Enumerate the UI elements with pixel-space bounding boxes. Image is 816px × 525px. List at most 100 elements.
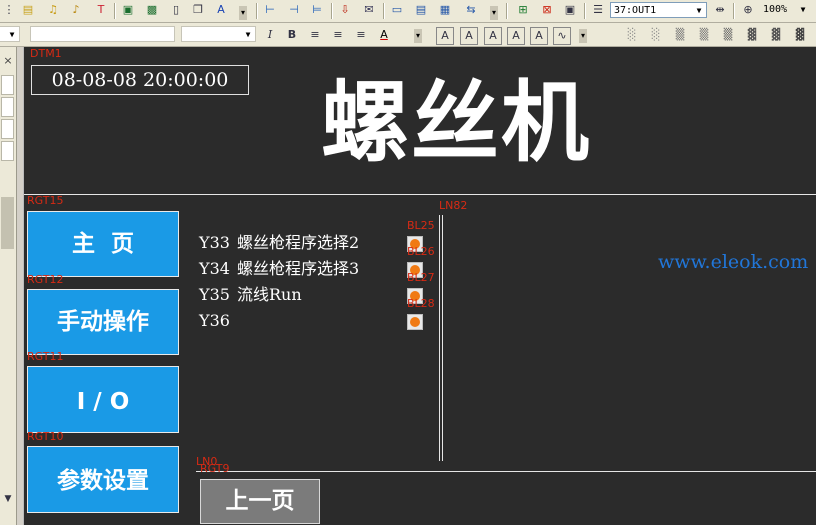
io-button-label: I / O <box>76 389 130 415</box>
pattern-8-icon[interactable]: ▓ <box>792 27 808 43</box>
wave-icon[interactable]: ∿ <box>553 27 571 45</box>
toolbar-overflow-icon[interactable]: ▾ <box>239 6 247 20</box>
pattern-7-icon[interactable]: ▓ <box>768 27 784 43</box>
font-size-combo[interactable]: ▼ <box>181 26 256 42</box>
adjust-icon[interactable]: ⇹ <box>712 2 728 18</box>
parameter-settings-button[interactable]: 参数设置 <box>27 446 179 513</box>
toolbar-overflow-icon-2[interactable]: ▾ <box>490 6 498 20</box>
lamp-tag: BL26 <box>407 245 435 258</box>
datetime-display[interactable]: 08-08-08 20:00:00 <box>31 65 249 95</box>
left-combo-stub[interactable]: ▼ <box>0 26 20 42</box>
lamp-tag: BL25 <box>407 219 435 232</box>
text-box-5-icon[interactable]: A <box>530 27 548 45</box>
side-panel-strip: × ▼ <box>0 47 17 525</box>
zoom-combo[interactable]: 100% ▼ <box>760 2 810 18</box>
chevron-down-icon-4[interactable]: ▼ <box>242 27 254 41</box>
text-object-icon[interactable]: T <box>93 2 109 18</box>
window-grid-icon[interactable]: ▦ <box>437 2 453 18</box>
io-button[interactable]: I / O <box>27 366 179 433</box>
font-name-combo[interactable] <box>30 26 175 42</box>
io-row: Y34 螺丝枪程序选择3 <box>199 259 359 279</box>
zoom-combo-value: 100% <box>763 4 788 15</box>
bottom-divider[interactable] <box>196 471 816 472</box>
parameter-settings-label: 参数设置 <box>57 468 149 494</box>
add-window-icon[interactable]: ⊞ <box>515 2 531 18</box>
pattern-3-icon[interactable]: ▒ <box>672 27 688 43</box>
music-note-icon[interactable]: ♫ <box>45 2 61 18</box>
side-panel-tab-4[interactable] <box>1 141 14 161</box>
swap-icon[interactable]: ⇆ <box>463 2 479 18</box>
side-panel-tab-3[interactable] <box>1 119 14 139</box>
station-combo-value: 37:OUT1 <box>614 5 657 16</box>
text-box-icon[interactable]: A <box>436 27 454 45</box>
close-icon[interactable]: × <box>0 53 16 69</box>
text-box-4-icon[interactable]: A <box>507 27 525 45</box>
copy-page-icon[interactable]: ❐ <box>190 2 206 18</box>
nav-home-tag: RGT15 <box>27 194 64 207</box>
previous-page-label: 上一页 <box>225 488 295 514</box>
picture-icon[interactable]: ▣ <box>120 2 136 18</box>
io-row: Y36 <box>199 311 237 331</box>
io-row: Y35 流线Run <box>199 285 302 305</box>
grip-icon: ⋮ <box>3 3 15 16</box>
vertical-divider-2[interactable] <box>442 215 443 461</box>
screen-list-icon[interactable]: ☰ <box>590 2 606 18</box>
scroll-thumb[interactable] <box>1 197 14 249</box>
datetime-tag: DTM1 <box>30 47 62 60</box>
picture-library-icon[interactable]: ▩ <box>144 2 160 18</box>
text-align-center-icon[interactable]: ≡ <box>330 27 346 43</box>
pattern-1-icon[interactable]: ░ <box>624 27 640 43</box>
lamp-tag: BL27 <box>407 271 435 284</box>
window-properties-icon[interactable]: ▣ <box>562 2 578 18</box>
align-center-icon[interactable]: ⊣ <box>286 2 302 18</box>
window-icon[interactable]: ▭ <box>389 2 405 18</box>
bold-icon[interactable]: B <box>284 27 300 43</box>
download-icon[interactable]: ⇩ <box>337 2 353 18</box>
pattern-4-icon[interactable]: ▒ <box>696 27 712 43</box>
side-panel-tab-2[interactable] <box>1 97 14 117</box>
align-left-icon[interactable]: ⊢ <box>262 2 278 18</box>
text-align-left-icon[interactable]: ≡ <box>307 27 323 43</box>
sound-icon[interactable]: ♪ <box>68 2 84 18</box>
pattern-5-icon[interactable]: ▒ <box>720 27 736 43</box>
font-a-icon[interactable]: A <box>213 2 229 18</box>
station-combo[interactable]: 37:OUT1 ▼ <box>610 2 707 18</box>
text-box-3-icon[interactable]: A <box>484 27 502 45</box>
screen-title: 螺丝机 <box>321 70 592 174</box>
window-stack-icon[interactable]: ▤ <box>413 2 429 18</box>
chevron-down-icon-3[interactable]: ▼ <box>6 27 18 41</box>
delete-window-icon[interactable]: ⊠ <box>539 2 555 18</box>
io-text: 螺丝枪程序选择3 <box>237 259 360 278</box>
home-button[interactable]: 主 页 <box>27 211 179 277</box>
vertical-divider[interactable] <box>439 215 440 461</box>
toolbar-overflow-icon-3[interactable]: ▾ <box>414 29 422 43</box>
zoom-icon[interactable]: ⊕ <box>740 2 756 18</box>
io-code: Y36 <box>199 311 230 330</box>
previous-page-button[interactable]: 上一页 <box>200 479 320 524</box>
scroll-down-icon[interactable]: ▼ <box>0 491 16 507</box>
lamp-tag: BL28 <box>407 297 435 310</box>
manual-operation-button[interactable]: 手动操作 <box>27 289 179 355</box>
text-align-right-icon[interactable]: ≡ <box>353 27 369 43</box>
chevron-down-icon[interactable]: ▼ <box>693 3 705 17</box>
pattern-2-icon[interactable]: ░ <box>648 27 664 43</box>
chevron-down-icon-2[interactable]: ▼ <box>797 2 809 16</box>
lamp-indicator[interactable] <box>407 314 423 330</box>
text-box-2-icon[interactable]: A <box>460 27 478 45</box>
page-icon[interactable]: ▯ <box>168 2 184 18</box>
align-right-icon[interactable]: ⊨ <box>309 2 325 18</box>
side-panel-tab-1[interactable] <box>1 75 14 95</box>
main-toolbar: ⋮ ▤ ♫ ♪ T ▣ ▩ ▯ ❐ A ▾ ⊢ ⊣ ⊨ ⇩ ✉ ▭ ▤ ▦ ⇆ … <box>0 0 816 23</box>
italic-icon[interactable]: I <box>262 27 278 43</box>
nav-io-tag: RGT11 <box>27 350 64 363</box>
font-color-icon[interactable]: A <box>376 27 392 43</box>
watermark-text: www.eleok.com <box>658 251 809 273</box>
io-code: Y35 <box>199 285 230 304</box>
open-folder-icon[interactable]: ▤ <box>20 2 36 18</box>
toolbar-overflow-icon-4[interactable]: ▾ <box>579 29 587 43</box>
pattern-6-icon[interactable]: ▓ <box>744 27 760 43</box>
io-code: Y33 <box>199 233 230 252</box>
io-text: 流线Run <box>237 285 302 304</box>
io-text: 螺丝枪程序选择2 <box>237 233 360 252</box>
chat-icon[interactable]: ✉ <box>361 2 377 18</box>
